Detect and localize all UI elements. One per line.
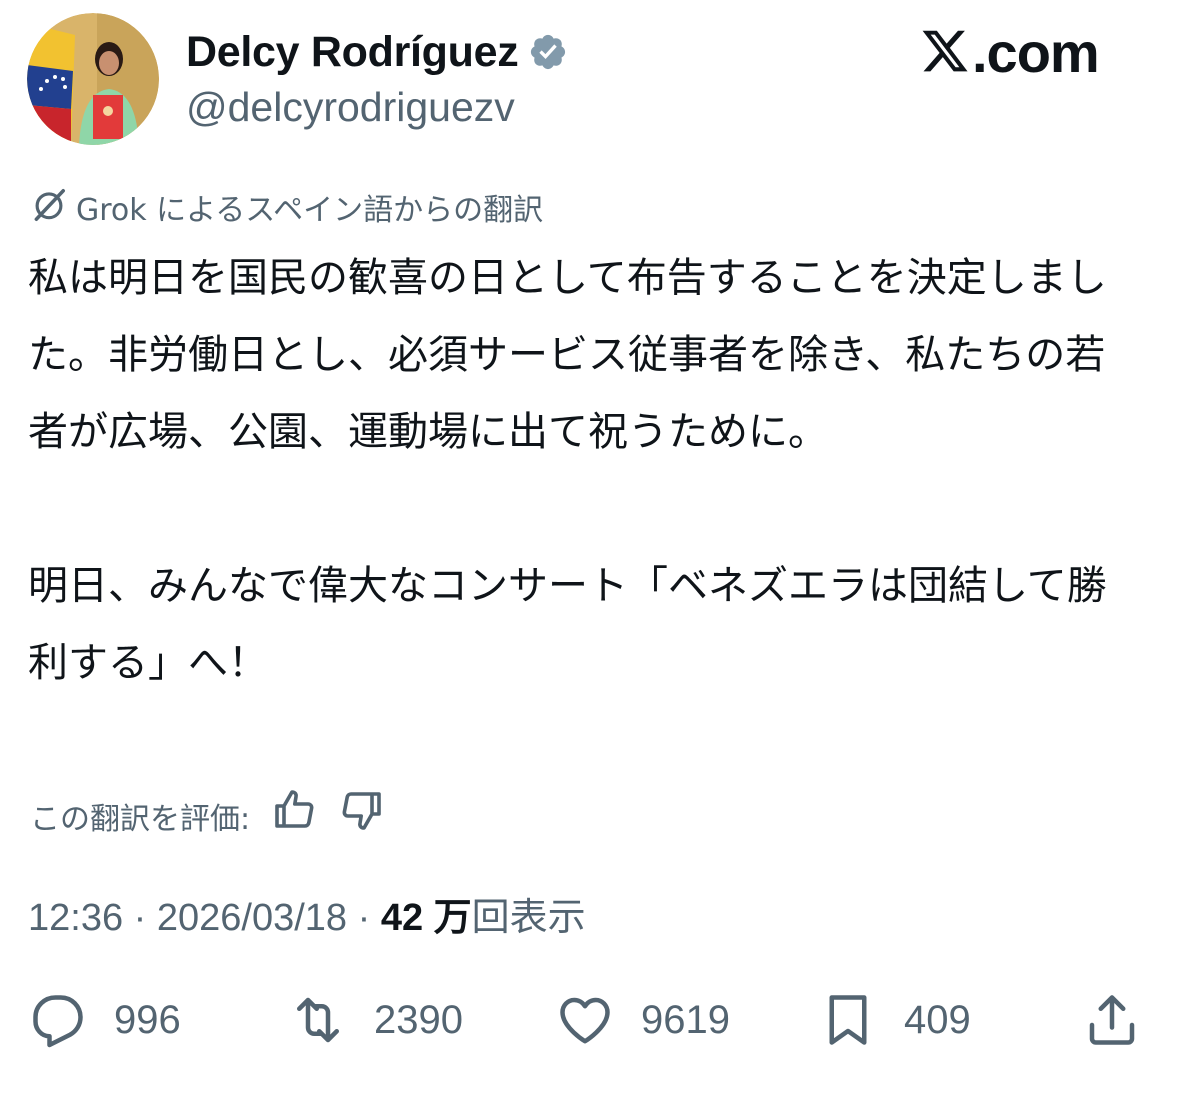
repost-icon — [297, 997, 339, 1043]
share-icon — [1089, 995, 1135, 1045]
verified-badge-icon — [528, 32, 568, 72]
translation-text: Grok によるスペイン語からの翻訳 — [76, 192, 544, 228]
bookmark-count: 409 — [904, 997, 971, 1042]
thumbs-up-icon[interactable] — [250, 786, 318, 853]
post-paragraph-2: 明日、みんなで偉大なコンサート「ベネズエラは団結して勝利する」へ！ — [28, 563, 1107, 686]
reply-button[interactable]: 996 — [28, 988, 181, 1052]
views-count: 42 万 — [380, 897, 472, 939]
author-display-name[interactable]: Delcy Rodríguez — [186, 26, 519, 78]
post-body: 私は明日を国民の歓喜の日として布告することを決定しました。非労働日とし、必須サー… — [28, 240, 1138, 702]
site-brand: .com — [920, 21, 1100, 84]
post-page: Delcy Rodríguez @delcyrodriguezv .com Gr… — [0, 0, 1179, 1110]
rate-label: この翻訳を評価: — [30, 801, 251, 837]
bookmark-button[interactable]: 409 — [818, 988, 971, 1052]
avatar[interactable] — [27, 13, 159, 145]
repost-count: 2390 — [374, 997, 463, 1042]
translation-label: Grok によるスペイン語からの翻訳 — [30, 186, 543, 235]
post-date[interactable]: 2026/03/18 — [157, 897, 347, 939]
repost-button[interactable]: 2390 — [288, 988, 463, 1052]
share-button[interactable] — [1082, 988, 1142, 1052]
post-meta: 12:36 · 2026/03/18 · 42 万回表示 — [28, 892, 586, 944]
meta-separator: · — [347, 897, 381, 939]
heart-icon — [560, 997, 610, 1044]
post-paragraph-1: 私は明日を国民の歓喜の日として布告することを決定しました。非労働日とし、必須サー… — [28, 255, 1107, 455]
rate-translation: この翻訳を評価: — [30, 786, 386, 853]
thumbs-down-icon[interactable] — [318, 786, 386, 853]
reply-icon — [33, 995, 83, 1048]
avatar-image — [27, 13, 159, 145]
author-handle[interactable]: @delcyrodriguezv — [186, 82, 515, 132]
views-label: 回表示 — [471, 897, 586, 939]
post-time[interactable]: 12:36 — [28, 897, 123, 939]
grok-icon — [30, 186, 76, 235]
like-count: 9619 — [641, 997, 730, 1042]
action-bar: 996 2390 9619 409 — [0, 988, 1179, 1052]
reply-count: 996 — [114, 997, 181, 1042]
site-domain: .com — [972, 21, 1100, 84]
meta-separator: · — [123, 897, 157, 939]
bookmark-icon — [829, 995, 867, 1045]
x-logo-icon — [920, 25, 970, 81]
author-name-row[interactable]: Delcy Rodríguez — [186, 26, 568, 78]
like-button[interactable]: 9619 — [555, 988, 730, 1052]
